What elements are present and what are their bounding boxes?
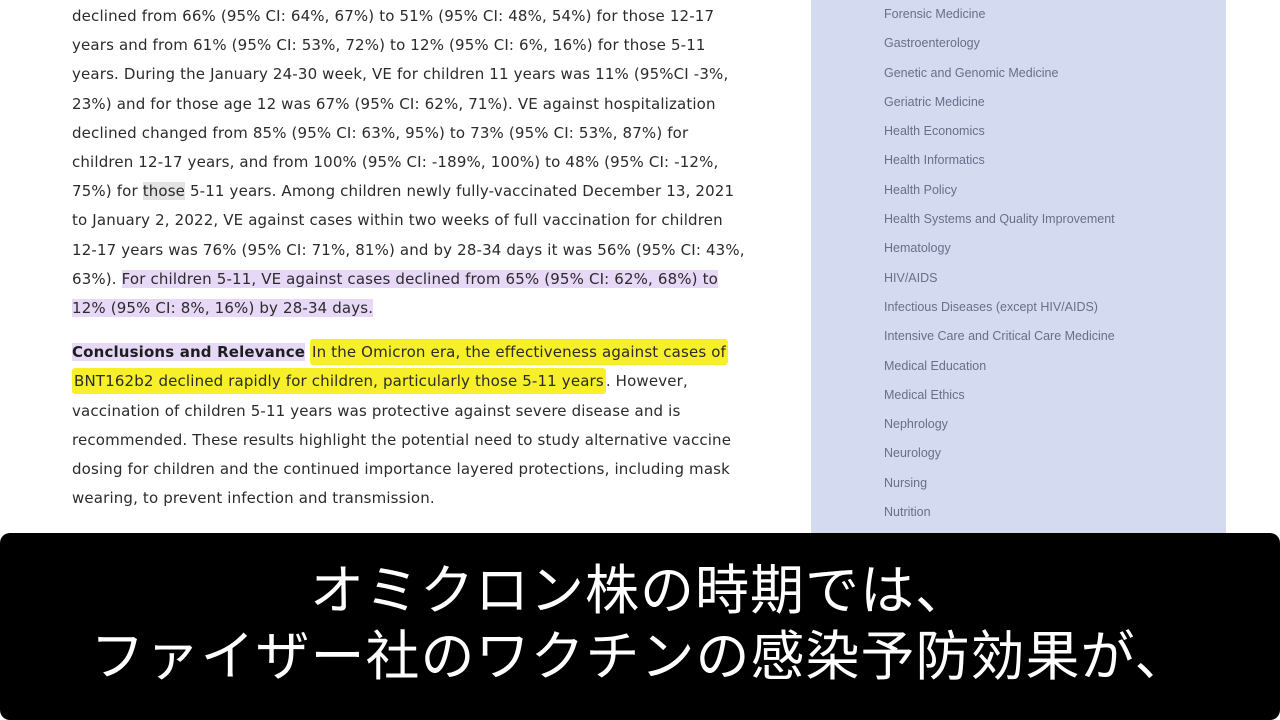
sidebar-item-neurology[interactable]: Neurology (884, 442, 1115, 471)
sidebar-item-health-informatics[interactable]: Health Informatics (884, 149, 1115, 178)
results-text-highlighted-those: those (142, 182, 186, 201)
sidebar-item-intensive-care[interactable]: Intensive Care and Critical Care Medicin… (884, 325, 1115, 354)
subtitle-line-1: オミクロン株の時期では、 (310, 558, 970, 622)
conclusions-label: Conclusions and Relevance (72, 343, 306, 362)
sidebar-item-infectious-diseases[interactable]: Infectious Diseases (except HIV/AIDS) (884, 296, 1115, 325)
subject-list: Forensic Medicine Gastroenterology Genet… (884, 3, 1115, 530)
sidebar-item-health-systems[interactable]: Health Systems and Quality Improvement (884, 208, 1115, 237)
sidebar-item-genetic-genomic-medicine[interactable]: Genetic and Genomic Medicine (884, 62, 1115, 91)
sidebar-item-health-policy[interactable]: Health Policy (884, 179, 1115, 208)
conclusions-paragraph: Conclusions and Relevance In the Omicron… (72, 338, 752, 513)
sidebar-item-nutrition[interactable]: Nutrition (884, 501, 1115, 530)
sidebar-item-geriatric-medicine[interactable]: Geriatric Medicine (884, 91, 1115, 120)
sidebar-item-forensic-medicine[interactable]: Forensic Medicine (884, 3, 1115, 32)
page-right-margin (1226, 0, 1280, 540)
sidebar-item-hiv-aids[interactable]: HIV/AIDS (884, 267, 1115, 296)
sidebar-item-health-economics[interactable]: Health Economics (884, 120, 1115, 149)
sidebar-item-gastroenterology[interactable]: Gastroenterology (884, 32, 1115, 61)
sidebar-item-medical-education[interactable]: Medical Education (884, 355, 1115, 384)
results-text-1: declined from 66% (95% CI: 64%, 67%) to … (72, 7, 729, 201)
sidebar-item-nursing[interactable]: Nursing (884, 472, 1115, 501)
results-text-purple-highlight: For children 5-11, VE against cases decl… (72, 269, 718, 318)
sidebar-item-nephrology[interactable]: Nephrology (884, 413, 1115, 442)
video-subtitle: オミクロン株の時期では、 ファイザー社のワクチンの感染予防効果が、 (0, 533, 1280, 720)
abstract-text: declined from 66% (95% CI: 64%, 67%) to … (72, 2, 752, 513)
sidebar-item-medical-ethics[interactable]: Medical Ethics (884, 384, 1115, 413)
subtitle-line-2: ファイザー社のワクチンの感染予防効果が、 (90, 624, 1190, 688)
subject-sidebar: Forensic Medicine Gastroenterology Genet… (811, 0, 1226, 540)
sidebar-item-hematology[interactable]: Hematology (884, 237, 1115, 266)
results-paragraph: declined from 66% (95% CI: 64%, 67%) to … (72, 2, 752, 323)
